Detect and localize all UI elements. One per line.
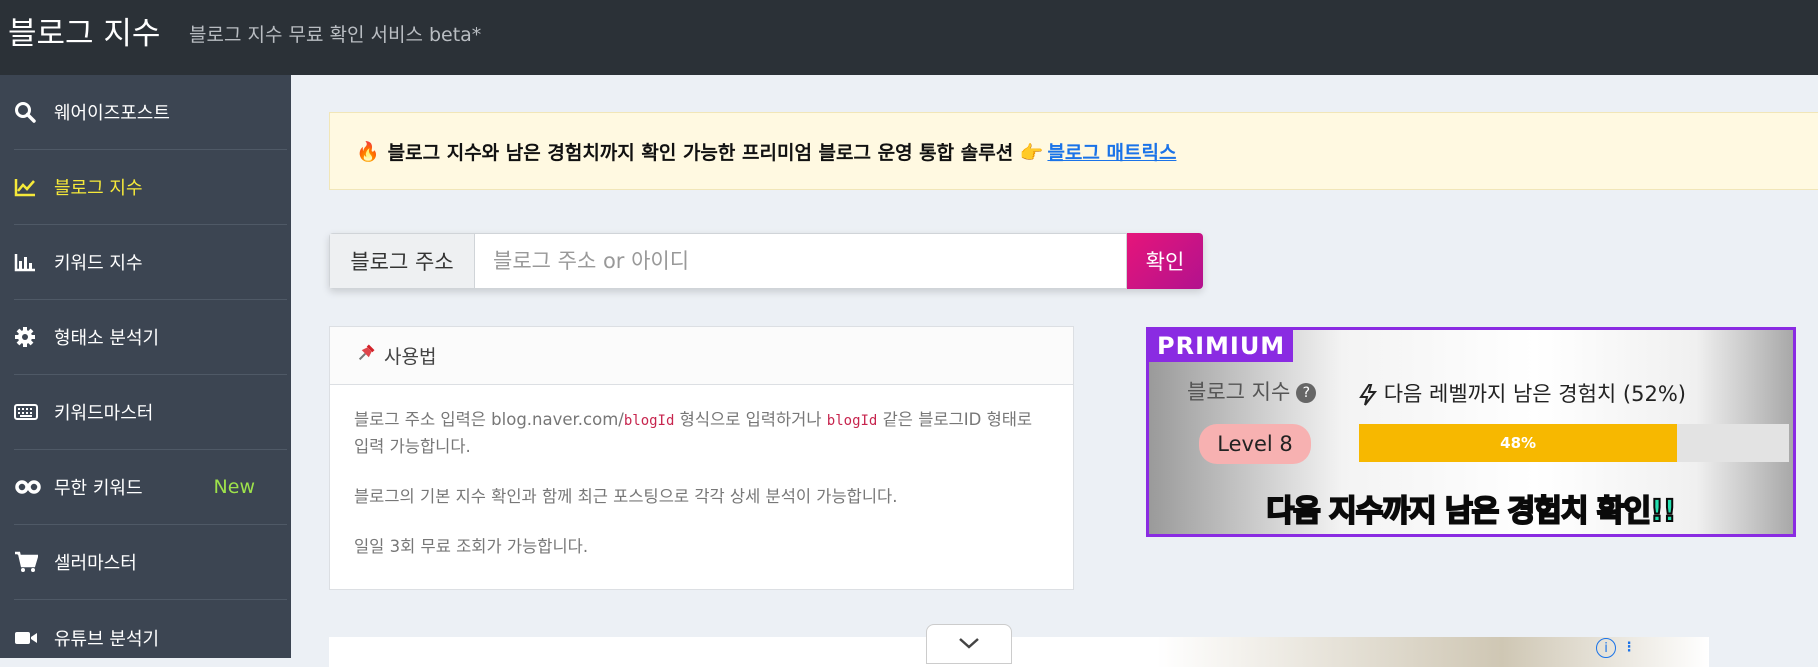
sidebar-item-seller-master[interactable]: 셀러마스터	[14, 525, 287, 600]
usage-line-3: 일일 3회 무료 조회가 가능합니다.	[354, 537, 589, 556]
main-content: 🔥 블로그 지수와 남은 경험치까지 확인 가능한 프리미엄 블로그 운영 통합…	[291, 75, 1818, 667]
sidebar-item-label: 키워드 지수	[54, 253, 143, 274]
new-badge: New	[213, 476, 255, 498]
usage-line-1: 블로그 주소 입력은 blog.naver.com/blogId 형식으로 입력…	[354, 410, 1033, 456]
blog-matrix-link[interactable]: 블로그 매트릭스	[1047, 138, 1176, 165]
level-badge: Level 8	[1199, 424, 1311, 464]
chevron-down-icon	[958, 635, 980, 654]
sidebar-item-label: 블로그 지수	[54, 178, 143, 199]
confirm-button[interactable]: 확인	[1127, 233, 1203, 289]
help-icon: ?	[1296, 383, 1317, 403]
sidebar-item-label: 무한 키워드	[54, 478, 143, 499]
infinity-icon	[14, 479, 54, 495]
usage-body: 블로그 주소 입력은 blog.naver.com/blogId 형식으로 입력…	[330, 385, 1073, 606]
top-bar: 블로그 지수 블로그 지수 무료 확인 서비스 beta*	[0, 0, 1818, 75]
line-chart-icon	[14, 177, 54, 197]
brand-title[interactable]: 블로그 지수	[8, 8, 160, 53]
sidebar-item-keyword-master[interactable]: 키워드마스터	[14, 375, 287, 450]
ad-info-icon[interactable]: i	[1596, 638, 1616, 658]
sidebar-item-youtube[interactable]: 유튜브 분석기	[14, 600, 287, 658]
progress-fill: 48%	[1359, 424, 1678, 462]
sidebar-item-infinite-keyword[interactable]: 무한 키워드 New	[14, 450, 287, 525]
premium-headline: 다음 지수까지 남은 경험치 확인!!	[1266, 493, 1678, 530]
search-bar: 블로그 주소 확인	[329, 233, 1203, 289]
ad-controls: i ⋮	[1596, 638, 1638, 658]
video-icon	[14, 630, 54, 646]
ad-menu-icon[interactable]: ⋮	[1620, 638, 1638, 656]
usage-panel: 사용법 블로그 주소 입력은 blog.naver.com/blogId 형식으…	[329, 326, 1074, 590]
lightning-icon	[1359, 382, 1384, 406]
sidebar-item-morpheme[interactable]: 형태소 분석기	[14, 300, 287, 375]
ad-strip[interactable]	[329, 637, 1709, 667]
gear-icon	[14, 326, 54, 348]
sidebar-item-label: 키워드마스터	[54, 403, 154, 424]
sidebar-item-blog-index[interactable]: 블로그 지수	[14, 150, 287, 225]
bar-chart-icon	[14, 252, 54, 272]
keyboard-icon	[14, 404, 54, 420]
collapse-toggle[interactable]	[926, 624, 1012, 664]
sidebar-item-label: 형태소 분석기	[54, 328, 160, 349]
fire-icon: 🔥	[356, 140, 380, 163]
premium-tag: PRIMIUM	[1149, 330, 1294, 362]
premium-index-label: 블로그 지수?	[1187, 376, 1317, 406]
sidebar-item-label: 유튜브 분석기	[54, 628, 160, 650]
pushpin-icon	[356, 343, 376, 368]
sidebar-item-keyword-index[interactable]: 키워드 지수	[14, 225, 287, 300]
sidebar: 웨어이즈포스트 블로그 지수 키워드 지수 형태소 분석기 키워드마스터 무한 …	[0, 75, 291, 658]
usage-line-2: 블로그의 기본 지수 확인과 함께 최근 포스팅으로 각각 상세 분석이 가능합…	[354, 487, 898, 506]
cart-icon	[14, 551, 54, 573]
sidebar-item-label: 셀러마스터	[54, 553, 137, 574]
progress-track: 48%	[1359, 424, 1789, 462]
search-icon	[14, 101, 54, 123]
usage-header: 사용법	[330, 327, 1073, 385]
notice-banner: 🔥 블로그 지수와 남은 경험치까지 확인 가능한 프리미엄 블로그 운영 통합…	[329, 112, 1818, 190]
premium-exp-label: 다음 레벨까지 남은 경험치 (52%)	[1359, 378, 1686, 408]
usage-title: 사용법	[384, 346, 437, 368]
search-label: 블로그 주소	[329, 233, 475, 289]
premium-banner[interactable]: PRIMIUM 블로그 지수? 다음 레벨까지 남은 경험치 (52%) Lev…	[1146, 327, 1796, 537]
blog-address-input[interactable]	[475, 233, 1127, 289]
sidebar-item-label: 웨어이즈포스트	[54, 103, 170, 124]
sidebar-item-whereispost[interactable]: 웨어이즈포스트	[14, 75, 287, 150]
brand-subtitle: 블로그 지수 무료 확인 서비스 beta*	[189, 24, 482, 46]
notice-text: 블로그 지수와 남은 경험치까지 확인 가능한 프리미엄 블로그 운영 통합 솔…	[387, 141, 1044, 164]
